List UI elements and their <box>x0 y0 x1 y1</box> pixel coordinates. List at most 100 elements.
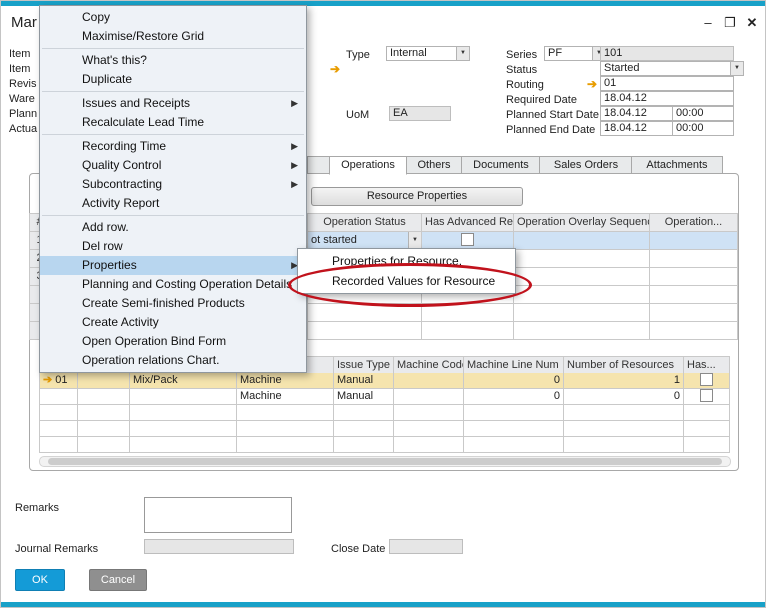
table-cell[interactable] <box>564 421 684 437</box>
ok-button[interactable]: OK <box>15 569 65 591</box>
uom-field[interactable]: EA <box>389 106 451 121</box>
menu-item-create-activity[interactable]: Create Activity <box>40 313 306 332</box>
table-cell[interactable] <box>40 437 78 453</box>
horizontal-scrollbar[interactable] <box>39 456 731 467</box>
tab-partial[interactable] <box>307 156 331 174</box>
table-cell[interactable] <box>514 304 650 322</box>
table-cell[interactable] <box>650 232 738 250</box>
table-cell[interactable] <box>514 286 650 304</box>
issue-type-cell[interactable]: Manual <box>334 389 394 405</box>
table-cell[interactable] <box>40 421 78 437</box>
number-of-resources-cell[interactable]: 1 <box>564 373 684 389</box>
table-cell[interactable] <box>564 405 684 421</box>
table-cell[interactable] <box>514 250 650 268</box>
dropdown-arrow-icon[interactable]: ▼ <box>408 232 421 249</box>
remarks-input[interactable] <box>144 497 292 533</box>
table-cell[interactable] <box>78 421 130 437</box>
issue-type-cell[interactable]: Manual <box>334 373 394 389</box>
planned-end-time-field[interactable]: 00:00 <box>672 121 734 136</box>
tab-operations[interactable]: Operations <box>329 156 407 175</box>
table-cell[interactable] <box>237 405 334 421</box>
table-cell[interactable] <box>464 405 564 421</box>
menu-item-open-operation-bind-form[interactable]: Open Operation Bind Form <box>40 332 306 351</box>
minimize-button[interactable]: – <box>699 14 717 32</box>
table-cell[interactable] <box>78 373 130 389</box>
table-cell[interactable] <box>334 437 394 453</box>
tab-sales-orders[interactable]: Sales Orders <box>539 156 633 174</box>
menu-item-del-row[interactable]: Del row <box>40 237 306 256</box>
menu-item-maximise-restore-grid[interactable]: Maximise/Restore Grid <box>40 27 306 46</box>
table-cell[interactable] <box>334 421 394 437</box>
maximize-button[interactable]: ❐ <box>721 14 739 32</box>
dropdown-arrow-icon[interactable]: ▼ <box>730 62 743 75</box>
menu-item-operation-relations-chart[interactable]: Operation relations Chart. <box>40 351 306 370</box>
table-cell[interactable] <box>650 286 738 304</box>
scrollbar-thumb[interactable] <box>48 458 722 465</box>
link-arrow-icon[interactable]: ➔ <box>330 63 340 75</box>
table-cell[interactable] <box>394 421 464 437</box>
table-cell[interactable] <box>464 421 564 437</box>
planned-end-date-field[interactable]: 18.04.12 <box>600 121 673 136</box>
menu-item-recording-time[interactable]: Recording Time ▶ <box>40 137 306 156</box>
planned-start-time-field[interactable]: 00:00 <box>672 106 734 121</box>
operation-code-cell[interactable]: ➔ 01 <box>40 373 78 389</box>
close-button[interactable]: ✕ <box>743 14 761 32</box>
has-checkbox[interactable] <box>700 373 713 386</box>
operation-name-cell[interactable]: Mix/Pack <box>130 373 237 389</box>
menu-item-subcontracting[interactable]: Subcontracting ▶ <box>40 175 306 194</box>
menu-item-whats-this[interactable]: What's this? <box>40 51 306 70</box>
required-date-field[interactable]: 18.04.12 <box>600 91 734 106</box>
table-cell[interactable] <box>564 437 684 453</box>
machine-code-cell[interactable] <box>394 389 464 405</box>
table-cell[interactable] <box>650 268 738 286</box>
table-cell[interactable] <box>422 322 514 340</box>
tab-attachments[interactable]: Attachments <box>631 156 723 174</box>
operation-name-cell[interactable] <box>130 389 237 405</box>
has-cell[interactable] <box>684 373 730 389</box>
table-cell[interactable] <box>650 304 738 322</box>
table-cell[interactable] <box>514 232 650 250</box>
series-dropdown[interactable]: PF ▼ <box>544 46 606 61</box>
close-date-field[interactable] <box>389 539 463 554</box>
table-cell[interactable] <box>334 405 394 421</box>
routing-field[interactable]: 01 <box>600 76 734 91</box>
machine-line-num-cell[interactable]: 0 <box>464 389 564 405</box>
table-cell[interactable] <box>422 304 514 322</box>
table-cell[interactable] <box>130 437 237 453</box>
table-cell[interactable] <box>78 405 130 421</box>
table-cell[interactable] <box>684 421 730 437</box>
table-cell[interactable] <box>130 421 237 437</box>
table-cell[interactable] <box>40 405 78 421</box>
menu-item-duplicate[interactable]: Duplicate <box>40 70 306 89</box>
menu-item-planning-and-costing-operation-details[interactable]: Planning and Costing Operation Details <box>40 275 306 294</box>
table-cell[interactable] <box>130 405 237 421</box>
table-cell[interactable] <box>514 268 650 286</box>
link-arrow-icon[interactable]: ➔ <box>587 78 597 90</box>
table-cell[interactable] <box>237 421 334 437</box>
resource-properties-button[interactable]: Resource Properties <box>311 187 523 206</box>
table-cell[interactable] <box>514 322 650 340</box>
table-cell[interactable] <box>394 405 464 421</box>
table-cell[interactable] <box>684 405 730 421</box>
has-cell[interactable] <box>684 389 730 405</box>
menu-item-properties[interactable]: Properties ▶ <box>40 256 306 275</box>
table-cell[interactable] <box>684 437 730 453</box>
number-of-resources-cell[interactable]: 0 <box>564 389 684 405</box>
resource-type-cell[interactable]: Machine <box>237 389 334 405</box>
machine-line-num-cell[interactable]: 0 <box>464 373 564 389</box>
table-cell[interactable] <box>78 389 130 405</box>
tab-others[interactable]: Others <box>405 156 463 174</box>
table-cell[interactable] <box>464 437 564 453</box>
table-cell[interactable] <box>650 322 738 340</box>
menu-item-activity-report[interactable]: Activity Report <box>40 194 306 213</box>
menu-item-copy[interactable]: Copy <box>40 8 306 27</box>
table-cell[interactable] <box>237 437 334 453</box>
cancel-button[interactable]: Cancel <box>89 569 147 591</box>
planned-start-date-field[interactable]: 18.04.12 <box>600 106 673 121</box>
machine-code-cell[interactable] <box>394 373 464 389</box>
advanced-relation-checkbox[interactable] <box>461 232 474 246</box>
tab-documents[interactable]: Documents <box>461 156 541 174</box>
menu-item-recalculate-lead-time[interactable]: Recalculate Lead Time <box>40 113 306 132</box>
operation-code-cell[interactable] <box>40 389 78 405</box>
menu-item-add-row[interactable]: Add row. <box>40 218 306 237</box>
